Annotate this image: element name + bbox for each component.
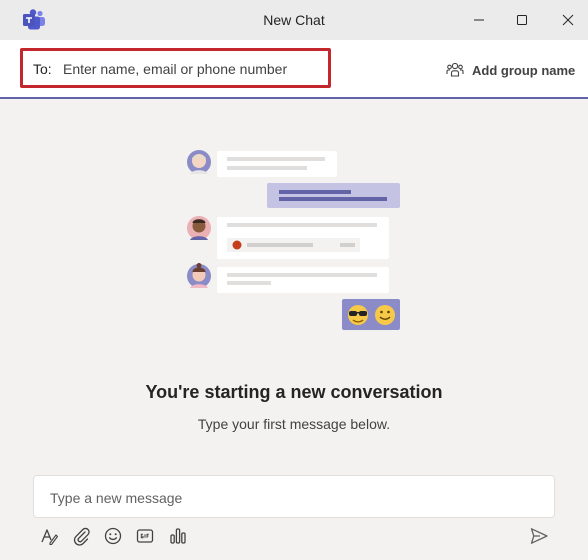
to-label: To: bbox=[33, 61, 52, 77]
message-bubble-self bbox=[267, 183, 400, 208]
attach-button[interactable] bbox=[70, 525, 92, 547]
add-group-name-label: Add group name bbox=[472, 62, 576, 78]
group-icon bbox=[446, 62, 464, 77]
window-title: New Chat bbox=[263, 12, 325, 28]
avatar-3-icon bbox=[187, 263, 211, 288]
recipient-field-highlight: To: bbox=[20, 48, 331, 88]
empty-state-heading: You're starting a new conversation bbox=[145, 382, 443, 402]
recipient-bar: To: Add group name bbox=[0, 40, 588, 99]
add-group-name-button[interactable]: Add group name bbox=[446, 60, 575, 80]
new-conversation-illustration bbox=[187, 150, 400, 330]
message-composer bbox=[33, 475, 555, 518]
message-bubble-3 bbox=[217, 267, 389, 293]
attach-icon bbox=[73, 527, 90, 546]
gif-button[interactable] bbox=[134, 525, 156, 547]
emoji-icon bbox=[104, 527, 122, 545]
avatar-2-icon bbox=[187, 216, 211, 240]
emoji-button[interactable] bbox=[102, 525, 124, 547]
maximize-button[interactable] bbox=[505, 0, 539, 40]
message-bubble-1 bbox=[217, 151, 337, 177]
poll-button[interactable] bbox=[167, 525, 189, 547]
send-button[interactable] bbox=[528, 525, 550, 547]
send-icon bbox=[530, 528, 548, 544]
close-button[interactable] bbox=[551, 0, 585, 40]
format-button[interactable] bbox=[38, 525, 60, 547]
gif-icon bbox=[136, 529, 154, 543]
close-icon bbox=[562, 14, 574, 26]
format-icon bbox=[41, 529, 59, 546]
minimize-icon bbox=[474, 19, 484, 21]
maximize-icon bbox=[517, 15, 527, 25]
empty-state-subheading: Type your first message below. bbox=[197, 416, 391, 432]
recipient-input[interactable] bbox=[63, 59, 319, 79]
title-bar: New Chat bbox=[0, 0, 588, 40]
sunglasses-emoji-icon bbox=[348, 305, 368, 325]
avatar-1-icon bbox=[187, 150, 211, 174]
minimize-button[interactable] bbox=[462, 0, 496, 40]
message-input[interactable] bbox=[50, 488, 540, 508]
poll-icon bbox=[170, 528, 186, 544]
smile-emoji-icon bbox=[375, 305, 395, 325]
